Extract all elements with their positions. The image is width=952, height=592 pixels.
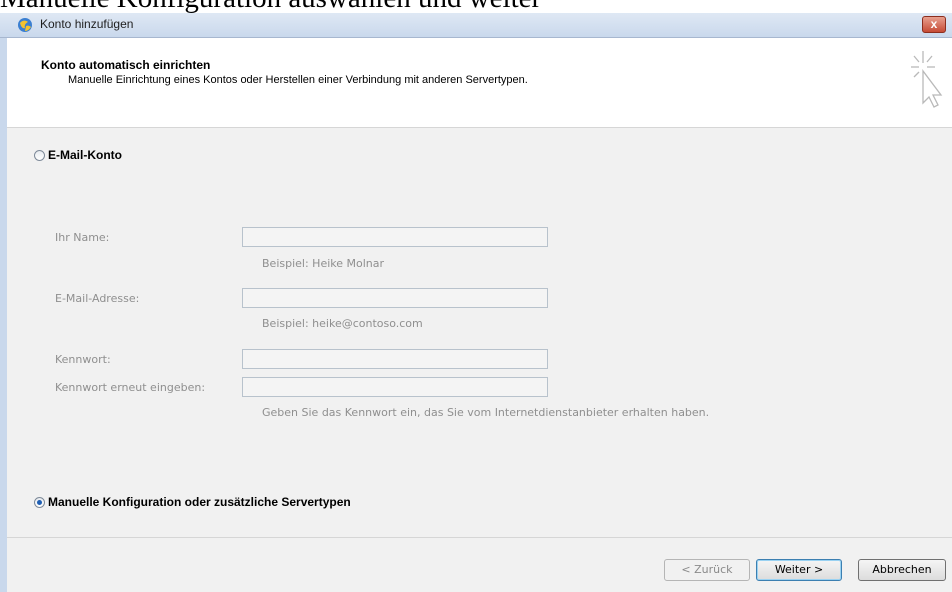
manual-config-label: Manuelle Konfiguration oder zusätzliche …	[48, 495, 351, 509]
email-label: E-Mail-Adresse:	[55, 292, 140, 305]
title-bar[interactable]: Konto hinzufügen x	[0, 13, 952, 38]
password-label: Kennwort:	[55, 353, 111, 366]
manual-config-option[interactable]: Manuelle Konfiguration oder zusätzliche …	[34, 495, 351, 509]
cursor-sparkle-icon	[911, 51, 943, 108]
password-repeat-label: Kennwort erneut eingeben:	[55, 381, 206, 394]
email-account-option[interactable]: E-Mail-Konto	[34, 148, 122, 162]
name-hint: Beispiel: Heike Molnar	[262, 257, 385, 270]
add-account-dialog: Konto hinzufügen x Konto automatisch ein…	[0, 13, 952, 592]
header-subtitle: Manuelle Einrichtung eines Kontos oder H…	[68, 74, 528, 86]
password-repeat-input[interactable]	[242, 377, 548, 397]
password-hint: Geben Sie das Kennwort ein, das Sie vom …	[262, 406, 710, 419]
name-label: Ihr Name:	[55, 231, 110, 244]
window-title: Konto hinzufügen	[40, 17, 134, 31]
email-hint: Beispiel: heike@contoso.com	[262, 317, 423, 330]
email-account-radio[interactable]	[34, 149, 45, 161]
header-title: Konto automatisch einrichten	[41, 58, 211, 72]
dialog-header: Konto automatisch einrichten Manuelle Ei…	[7, 38, 952, 128]
manual-config-radio[interactable]	[34, 496, 45, 508]
email-account-label: E-Mail-Konto	[48, 148, 122, 162]
instruction-caption: Manuelle Konfiguration auswählen und wei…	[0, 0, 952, 13]
email-input[interactable]	[242, 288, 548, 308]
cancel-button[interactable]: Abbrechen	[858, 559, 946, 581]
footer-divider	[7, 537, 952, 538]
password-input[interactable]	[242, 349, 548, 369]
close-icon: x	[930, 17, 938, 31]
next-button[interactable]: Weiter >	[756, 559, 842, 581]
outlook-globe-icon	[18, 18, 32, 32]
name-input[interactable]	[242, 227, 548, 247]
back-button[interactable]: < Zurück	[664, 559, 750, 581]
close-button[interactable]: x	[922, 16, 946, 33]
window-frame-left	[0, 38, 7, 592]
